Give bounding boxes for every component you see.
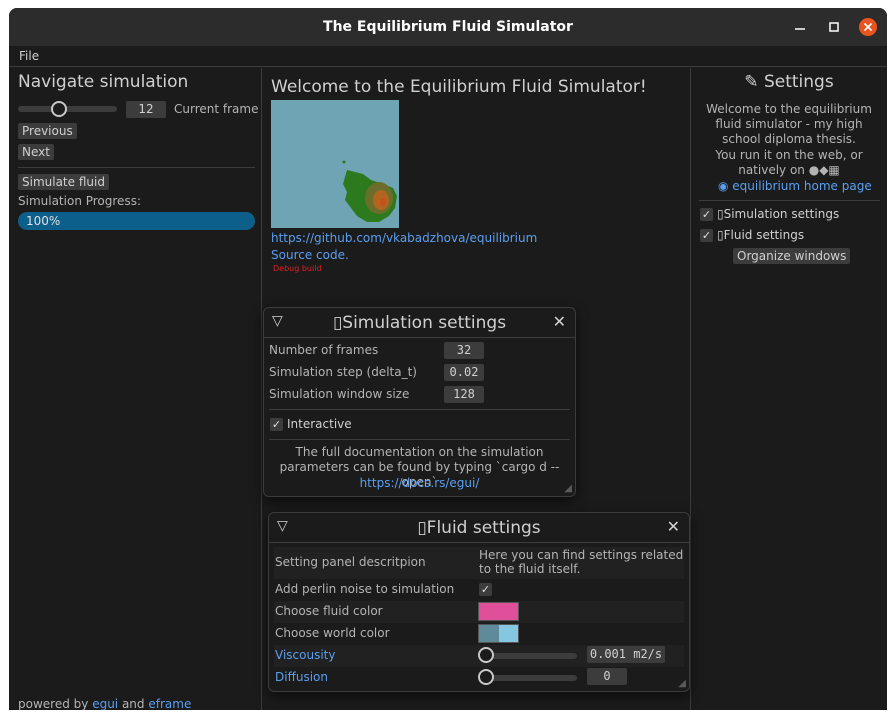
diffusion-label[interactable]: Diffusion bbox=[275, 670, 328, 684]
fluid-settings-window: ▽ ▯Fluid settings ✕ Setting panel descri… bbox=[268, 512, 690, 692]
maximize-icon[interactable] bbox=[819, 8, 849, 46]
welcome-heading: Welcome to the Equilibrium Fluid Simulat… bbox=[271, 77, 647, 97]
web-line: You run it on the web, or natively on ●◆… bbox=[699, 148, 879, 178]
settings-heading: ✎ Settings bbox=[691, 72, 887, 92]
interactive-label: Interactive bbox=[287, 417, 352, 431]
navigation-panel: Navigate simulation 12 Current frame Pre… bbox=[9, 68, 262, 710]
egui-link[interactable]: egui bbox=[92, 697, 118, 710]
previous-button[interactable]: Previous bbox=[18, 123, 77, 139]
resize-handle[interactable]: ◢ bbox=[678, 678, 686, 689]
perlin-checkbox[interactable]: ✓ bbox=[479, 583, 492, 596]
fluid-settings-label: ▯Fluid settings bbox=[717, 228, 805, 242]
fluid-image bbox=[342, 160, 397, 222]
next-button[interactable]: Next bbox=[18, 144, 54, 160]
fluid-settings-checkbox[interactable]: ✓ bbox=[700, 229, 713, 242]
frames-value[interactable]: 32 bbox=[444, 342, 484, 359]
menu-file[interactable]: File bbox=[19, 49, 39, 63]
simulation-canvas[interactable] bbox=[271, 100, 399, 228]
checker-overlay bbox=[479, 625, 499, 642]
simulate-button[interactable]: Simulate fluid bbox=[18, 174, 109, 190]
sim-settings-label: ▯Simulation settings bbox=[717, 207, 840, 221]
viscosity-slider-handle[interactable] bbox=[478, 647, 494, 663]
os-icons: ●◆▦ bbox=[808, 163, 840, 177]
home-page-link[interactable]: ◉ equilibrium home page bbox=[718, 179, 872, 193]
home-link-text: equilibrium home page bbox=[732, 179, 872, 193]
app-window: The Equilibrium Fluid Simulator File Nav… bbox=[9, 8, 887, 710]
step-value[interactable]: 0.02 bbox=[444, 364, 484, 381]
resize-handle[interactable]: ◢ bbox=[564, 483, 572, 494]
diffusion-slider[interactable] bbox=[481, 675, 577, 681]
perlin-label: Add perlin noise to simulation bbox=[275, 582, 455, 596]
diffusion-slider-handle[interactable] bbox=[478, 669, 494, 685]
navigate-heading: Navigate simulation bbox=[18, 72, 189, 92]
footer-and: and bbox=[118, 697, 149, 710]
frame-slider[interactable] bbox=[18, 106, 117, 112]
divider bbox=[269, 409, 570, 410]
settings-heading-text: Settings bbox=[763, 72, 834, 92]
divider bbox=[18, 167, 255, 168]
viscosity-slider[interactable] bbox=[481, 653, 577, 659]
settings-panel: ✎ Settings Welcome to the equilibrium fl… bbox=[690, 68, 887, 710]
sim-settings-checkbox[interactable]: ✓ bbox=[700, 208, 713, 221]
window-title: ▯Fluid settings bbox=[417, 518, 541, 538]
window-size-label: Simulation window size bbox=[269, 387, 410, 401]
source-code-link[interactable]: Source code. bbox=[271, 248, 349, 262]
organize-windows-button[interactable]: Organize windows bbox=[733, 248, 851, 264]
debug-build-label: Debug build bbox=[273, 264, 322, 273]
footer-prefix: powered by bbox=[18, 697, 93, 710]
frame-value[interactable]: 12 bbox=[126, 101, 166, 118]
divider bbox=[699, 200, 880, 201]
progress-label: Simulation Progress: bbox=[18, 194, 141, 208]
close-icon[interactable]: ✕ bbox=[553, 312, 566, 331]
diffusion-value[interactable]: 0 bbox=[587, 668, 627, 685]
window-header[interactable]: ▽ ▯Simulation settings ✕ bbox=[264, 308, 575, 338]
fluid-color-label: Choose fluid color bbox=[275, 604, 383, 618]
minimize-icon[interactable] bbox=[785, 8, 815, 46]
viscosity-value[interactable]: 0.001 m2/s bbox=[587, 646, 665, 663]
window-title: ▯Simulation settings bbox=[332, 313, 507, 333]
close-icon[interactable] bbox=[855, 8, 881, 46]
world-color-swatch[interactable] bbox=[478, 624, 519, 643]
window-size-value[interactable]: 128 bbox=[444, 386, 484, 403]
step-label: Simulation step (delta_t) bbox=[269, 365, 417, 379]
world-color-label: Choose world color bbox=[275, 626, 390, 640]
web-line-text: You run it on the web, or natively on bbox=[715, 148, 863, 177]
interactive-checkbox[interactable]: ✓ bbox=[270, 418, 283, 431]
footer: powered by egui and eframe bbox=[18, 697, 191, 710]
close-icon[interactable]: ✕ bbox=[667, 517, 680, 536]
docs-link[interactable]: https://docs.rs/egui/ bbox=[264, 476, 575, 490]
window-title: The Equilibrium Fluid Simulator bbox=[323, 19, 573, 35]
pencil-icon: ✎ bbox=[744, 72, 759, 92]
menu-bar: File bbox=[9, 46, 887, 67]
frame-slider-handle[interactable] bbox=[51, 101, 68, 117]
frames-label: Number of frames bbox=[269, 343, 379, 357]
fluid-color-swatch[interactable] bbox=[478, 602, 519, 621]
description-label: Setting panel descritpion bbox=[275, 555, 426, 569]
viscosity-label[interactable]: Viscousity bbox=[275, 648, 335, 662]
github-link[interactable]: https://github.com/vkabadzhova/equilibri… bbox=[271, 231, 537, 245]
divider bbox=[269, 439, 570, 440]
title-bar: The Equilibrium Fluid Simulator bbox=[9, 8, 887, 46]
progress-bar: 100% bbox=[18, 212, 255, 230]
progress-text: 100% bbox=[26, 214, 61, 228]
settings-intro: Welcome to the equilibrium fluid simulat… bbox=[706, 102, 872, 146]
window-header[interactable]: ▽ ▯Fluid settings ✕ bbox=[269, 513, 689, 543]
frame-label: Current frame bbox=[174, 102, 259, 116]
simulation-settings-window: ▽ ▯Simulation settings ✕ Number of frame… bbox=[263, 307, 576, 497]
eframe-link[interactable]: eframe bbox=[148, 697, 191, 710]
description-value: Here you can find settings related to th… bbox=[479, 548, 684, 576]
